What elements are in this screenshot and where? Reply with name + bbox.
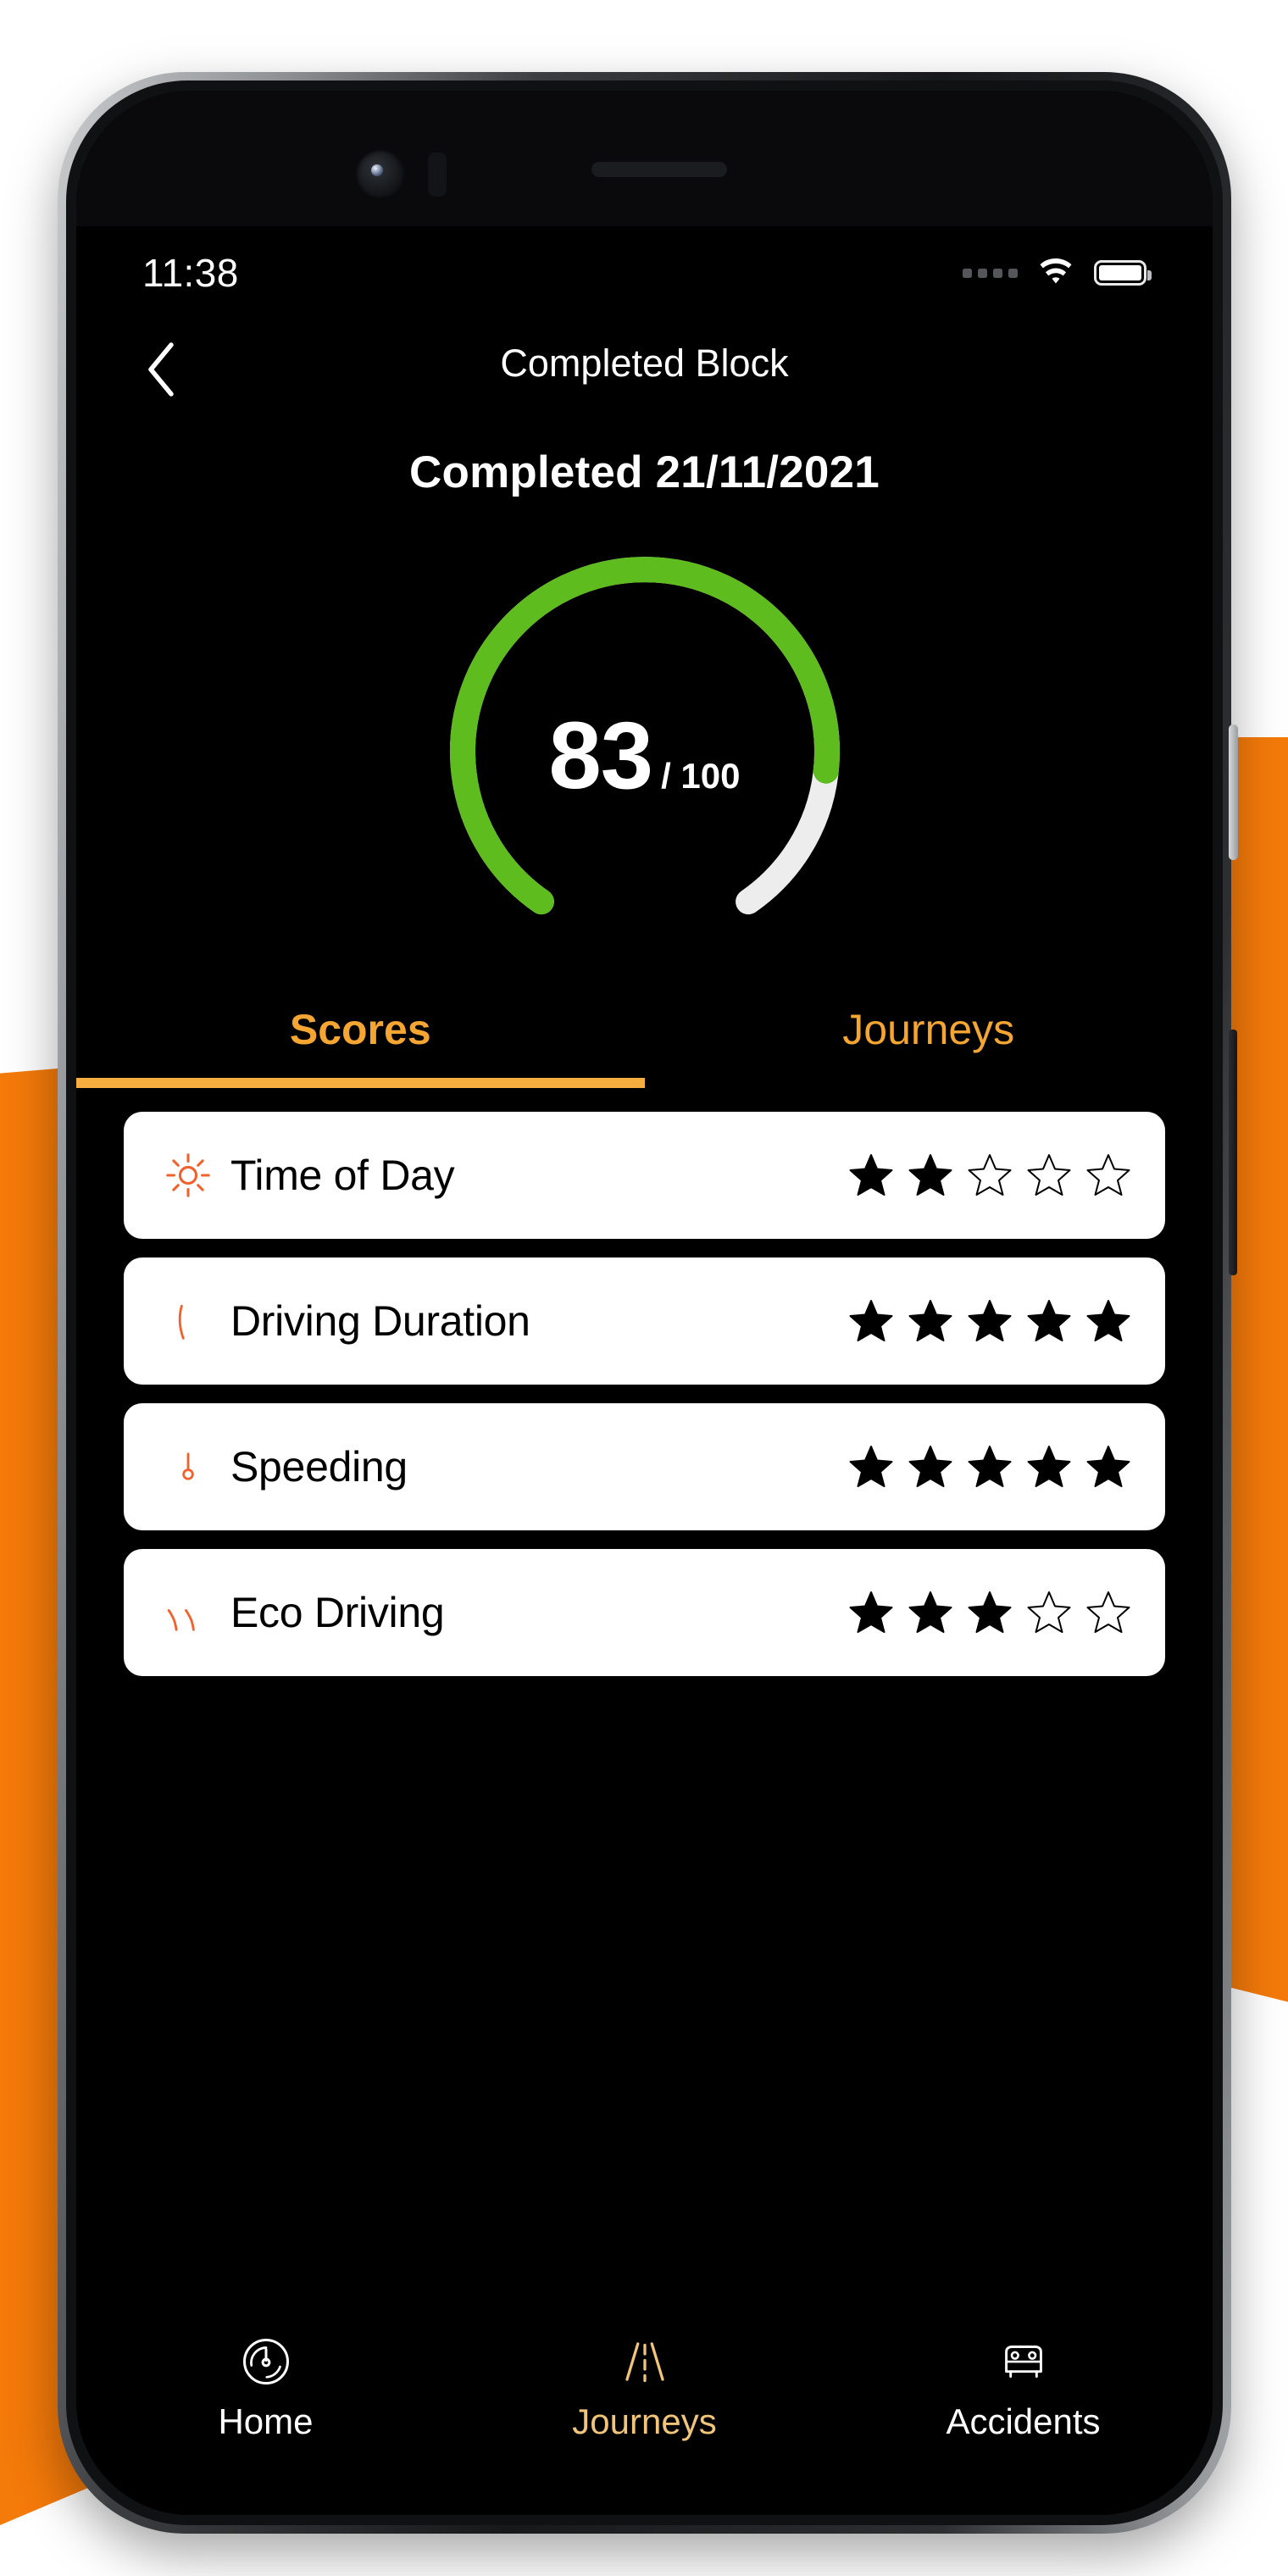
score-gauge-section: 83 / 100 — [76, 510, 1213, 985]
notch-area — [76, 91, 1213, 226]
stopwatch-icon — [153, 1297, 224, 1345]
tab-scores[interactable]: Scores — [76, 990, 645, 1088]
bottom-navigation: Home Journeys Accidents — [76, 2305, 1213, 2466]
bottom-nav-accidents[interactable]: Accidents — [834, 2329, 1213, 2442]
page-title: Completed Block — [500, 341, 789, 385]
sun-icon — [153, 1152, 224, 1199]
star-filled-icon — [968, 1591, 1012, 1633]
phone-screen: 11:38 Completed Block Completed 21/11/20… — [76, 91, 1213, 2515]
volume-button[interactable] — [1229, 724, 1238, 860]
status-indicators — [963, 258, 1152, 287]
earpiece-speaker — [591, 162, 727, 177]
star-rating-speeding — [848, 1444, 1131, 1490]
bottom-nav-home[interactable]: Home — [76, 2329, 455, 2442]
star-filled-icon — [908, 1300, 952, 1341]
score-card-label: Speeding — [230, 1443, 408, 1491]
star-filled-icon — [908, 1446, 952, 1487]
star-filled-icon — [849, 1446, 893, 1487]
score-card-label: Eco Driving — [230, 1589, 445, 1636]
score-card-label: Driving Duration — [230, 1297, 530, 1345]
car-icon — [994, 2329, 1053, 2390]
gauge-score-value: 83 — [548, 702, 654, 808]
front-camera-icon — [356, 150, 405, 199]
star-empty-icon — [1027, 1591, 1071, 1633]
star-filled-icon — [1086, 1300, 1130, 1341]
completed-date-label: Completed 21/11/2021 — [409, 447, 880, 497]
bottom-nav-home-label: Home — [218, 2401, 314, 2441]
gauge-score-max: / 100 — [661, 756, 741, 796]
app-screen: 11:38 Completed Block Completed 21/11/20… — [76, 226, 1213, 2515]
phone-mockup: 11:38 Completed Block Completed 21/11/20… — [58, 72, 1238, 2534]
bottom-nav-journeys[interactable]: Journeys — [455, 2329, 834, 2442]
tab-scores-label: Scores — [289, 1006, 431, 1053]
star-empty-icon — [968, 1154, 1012, 1196]
star-filled-icon — [849, 1591, 893, 1633]
bottom-nav-accidents-label: Accidents — [946, 2401, 1101, 2441]
star-rating-driving-duration — [848, 1298, 1131, 1344]
star-empty-icon — [1086, 1591, 1130, 1633]
star-empty-icon — [1086, 1154, 1130, 1196]
signal-dots-icon — [963, 268, 1018, 278]
bottom-nav-journeys-label: Journeys — [572, 2401, 717, 2441]
star-filled-icon — [1086, 1446, 1130, 1487]
star-filled-icon — [849, 1154, 893, 1196]
tab-journeys-label: Journeys — [842, 1006, 1015, 1053]
star-empty-icon — [1027, 1154, 1071, 1196]
speedometer-gauge-icon — [238, 2329, 294, 2390]
star-filled-icon — [849, 1300, 893, 1341]
battery-full-icon — [1094, 260, 1152, 286]
star-rating-time-of-day — [848, 1152, 1131, 1198]
star-filled-icon — [1027, 1446, 1071, 1487]
score-card-speeding[interactable]: Speeding — [124, 1403, 1165, 1530]
score-gauge: 83 / 100 — [408, 527, 882, 968]
status-bar: 11:38 — [76, 226, 1213, 319]
power-button[interactable] — [1229, 1030, 1237, 1275]
tab-active-indicator — [76, 1078, 645, 1088]
star-filled-icon — [908, 1591, 952, 1633]
star-filled-icon — [968, 1446, 1012, 1487]
road-icon — [617, 2329, 673, 2390]
score-card-eco-driving[interactable]: Eco Driving — [124, 1549, 1165, 1676]
eco-leaf-icon — [153, 1589, 224, 1636]
proximity-sensor-icon — [428, 153, 447, 197]
score-card-label: Time of Day — [230, 1152, 455, 1199]
nav-header: Completed Block — [76, 319, 1213, 421]
score-card-list: Time of Day Driving Duration Speeding Ec… — [76, 1088, 1213, 1676]
score-card-time-of-day[interactable]: Time of Day — [124, 1112, 1165, 1239]
star-filled-icon — [968, 1300, 1012, 1341]
status-time: 11:38 — [142, 251, 239, 295]
wifi-icon — [1040, 258, 1072, 284]
star-filled-icon — [1027, 1300, 1071, 1341]
gauge-value-group: 83 / 100 — [408, 708, 882, 803]
star-filled-icon — [908, 1154, 952, 1196]
star-rating-eco-driving — [848, 1590, 1131, 1635]
speedometer-icon — [153, 1443, 224, 1491]
score-card-driving-duration[interactable]: Driving Duration — [124, 1257, 1165, 1385]
segment-tabs: Scores Journeys — [76, 990, 1213, 1088]
tab-journeys[interactable]: Journeys — [645, 990, 1213, 1088]
screenshot-canvas: 11:38 Completed Block Completed 21/11/20… — [0, 0, 1288, 2576]
